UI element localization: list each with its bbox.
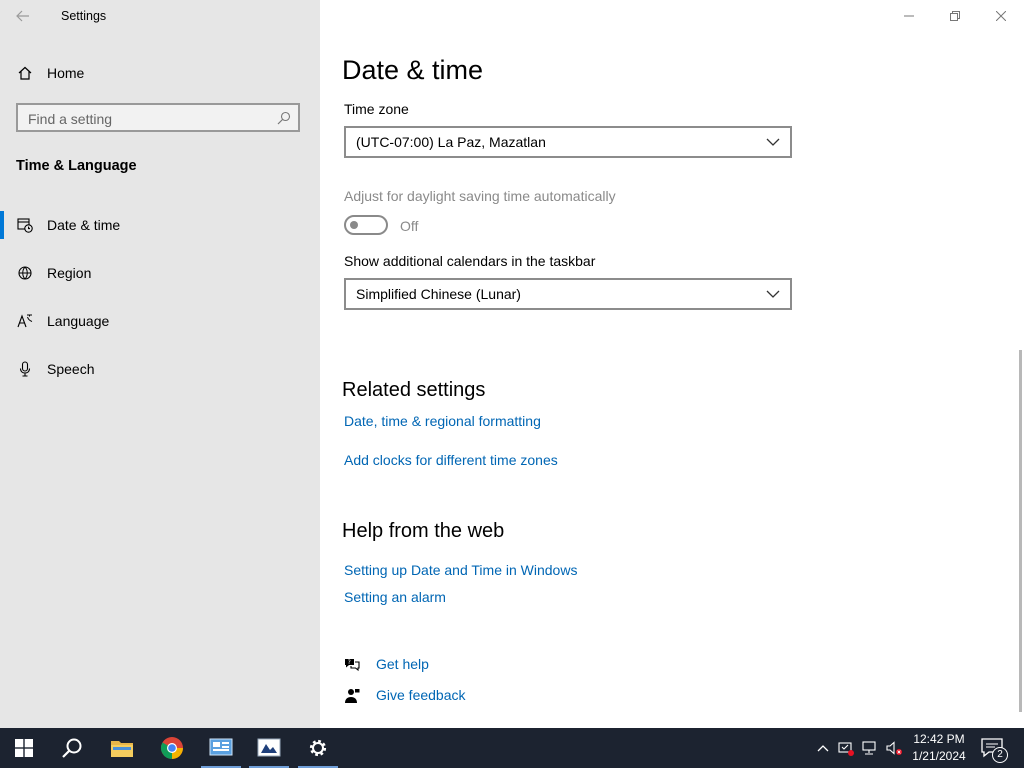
minimize-button[interactable] (886, 0, 932, 32)
dst-toggle[interactable] (344, 215, 388, 235)
sidebar-item-speech[interactable]: Speech (0, 351, 320, 387)
network-icon[interactable] (862, 740, 878, 756)
app-title: Settings (61, 9, 107, 23)
back-button[interactable] (10, 4, 36, 28)
sidebar-item-language[interactable]: Language (0, 303, 320, 339)
main-content: Date & time Time zone (UTC-07:00) La Paz… (320, 0, 1024, 728)
svg-text:?: ? (348, 659, 351, 666)
help-from-web-title: Help from the web (342, 520, 505, 542)
home-icon (18, 66, 32, 80)
dst-state: Off (400, 218, 419, 234)
taskbar-clock[interactable]: 12:42 PM 1/21/2024 (906, 731, 972, 765)
clock-calendar-icon (17, 218, 33, 233)
chevron-down-icon (766, 290, 780, 298)
windows-logo-icon (15, 739, 33, 757)
link-regional-formatting[interactable]: Date, time & regional formatting (344, 413, 541, 429)
language-icon (17, 314, 33, 328)
timezone-dropdown[interactable]: (UTC-07:00) La Paz, Mazatlan (344, 126, 792, 158)
section-title: Time & Language (16, 158, 137, 174)
related-settings-title: Related settings (342, 379, 486, 401)
link-setting-alarm[interactable]: Setting an alarm (344, 589, 446, 605)
clock-date: 1/21/2024 (912, 749, 966, 763)
get-help-label: Get help (376, 656, 429, 672)
control-panel-icon (209, 738, 233, 756)
notification-count-badge: 2 (992, 747, 1008, 763)
back-arrow-icon (16, 10, 29, 22)
give-feedback-label: Give feedback (376, 687, 466, 703)
dst-label: Adjust for daylight saving time automati… (344, 188, 616, 204)
sidebar-item-label: Speech (47, 361, 95, 377)
sidebar-item-label: Language (47, 313, 110, 329)
sidebar-item-label: Date & time (47, 217, 121, 233)
gear-icon (309, 739, 327, 757)
taskbar-search-button[interactable] (48, 728, 96, 768)
search-placeholder: Find a setting (28, 111, 113, 127)
feedback-person-icon (345, 689, 360, 703)
taskbar: 12:42 PM 1/21/2024 2 (0, 728, 1024, 768)
taskbar-file-explorer[interactable] (98, 728, 146, 768)
close-icon (996, 11, 1006, 21)
globe-icon (18, 266, 32, 280)
chat-help-icon: ? (345, 659, 360, 672)
volume-muted-icon[interactable] (886, 740, 902, 756)
close-button[interactable] (978, 0, 1024, 32)
sidebar-item-region[interactable]: Region (0, 255, 320, 291)
taskbar-app[interactable] (245, 728, 293, 768)
titlebar: Settings (0, 0, 320, 32)
restore-button[interactable] (932, 0, 978, 32)
taskbar-settings[interactable] (294, 728, 342, 768)
microphone-icon (19, 361, 31, 377)
folder-icon (111, 741, 133, 757)
minimize-icon (904, 15, 914, 17)
search-icon (62, 738, 82, 758)
clock-time: 12:42 PM (913, 732, 965, 746)
calendars-label: Show additional calendars in the taskbar (344, 253, 596, 269)
action-center-warning-icon[interactable] (838, 740, 854, 756)
search-input[interactable]: Find a setting (16, 103, 300, 132)
window-app-icon (257, 738, 281, 757)
sidebar: Settings Home Find a setting Time & Lang… (0, 0, 320, 728)
sidebar-item-date-time[interactable]: Date & time (0, 207, 320, 243)
page-title: Date & time (342, 55, 484, 85)
calendars-dropdown[interactable]: Simplified Chinese (Lunar) (344, 278, 792, 310)
link-setting-up-date-time[interactable]: Setting up Date and Time in Windows (344, 562, 577, 578)
chevron-down-icon (766, 138, 780, 146)
taskbar-chrome[interactable] (148, 728, 196, 768)
restore-icon (950, 11, 960, 21)
toggle-knob (350, 221, 358, 229)
calendars-value: Simplified Chinese (Lunar) (356, 286, 521, 302)
taskbar-control-panel[interactable] (197, 728, 245, 768)
timezone-value: (UTC-07:00) La Paz, Mazatlan (356, 134, 546, 150)
show-hidden-icons-icon[interactable] (815, 740, 831, 756)
start-button[interactable] (0, 728, 48, 768)
sidebar-item-label: Region (47, 265, 92, 281)
link-add-clocks[interactable]: Add clocks for different time zones (344, 452, 558, 468)
scrollbar[interactable] (1019, 350, 1022, 712)
timezone-label: Time zone (344, 101, 409, 117)
search-icon (277, 111, 291, 125)
home-nav[interactable]: Home (0, 57, 320, 89)
chrome-icon (161, 737, 183, 759)
home-label: Home (47, 65, 85, 81)
